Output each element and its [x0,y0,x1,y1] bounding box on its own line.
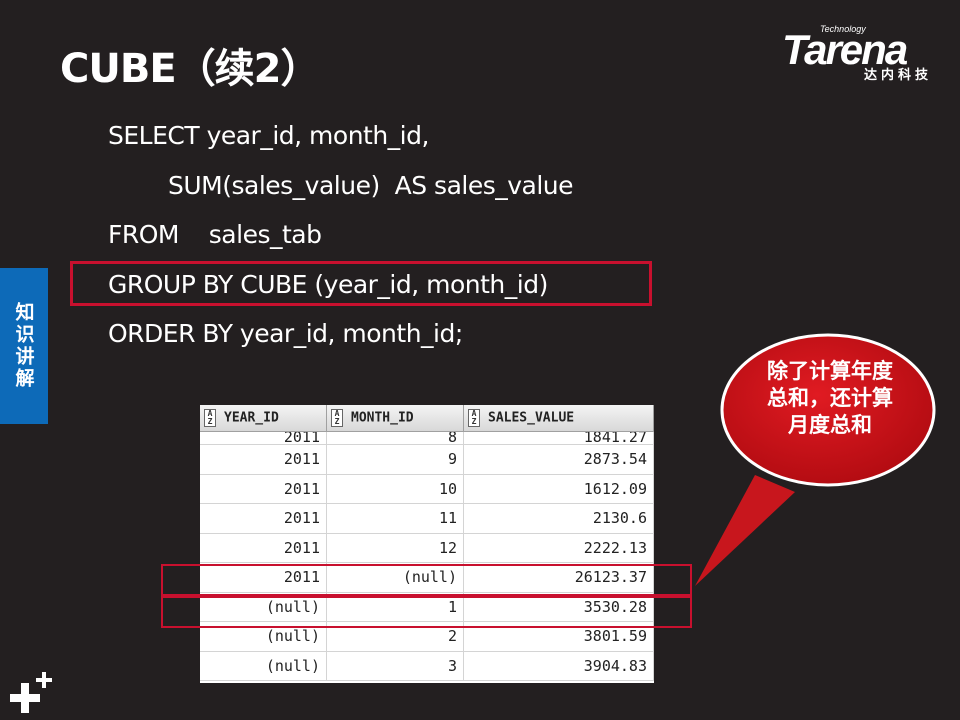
knowledge-tab: 知识讲解 [0,268,48,424]
logo-chinese: 达内科技 [864,68,933,83]
code-line-sum: SUM(sales_value) AS sales_value [168,170,574,200]
cell-sales-value: 1612.09 [463,474,654,504]
plus-icon [10,672,52,713]
cell-year-id: 2011 [200,431,327,445]
group-by-highlight-box [70,261,652,306]
sql-code-block: SELECT year_id, month_id, SUM(sales_valu… [108,116,574,364]
year-total-highlight-box [161,564,692,598]
cell-sales-value: 2222.13 [463,533,654,563]
sort-icon[interactable]: AZ [204,409,216,427]
sort-icon[interactable]: AZ [468,409,480,427]
cell-year-id: 2011 [200,533,327,563]
slide-title: CUBE（续2） [60,46,320,92]
column-header-year-id[interactable]: A Z YEAR_ID [200,405,327,432]
column-header-month-id[interactable]: A Z MONTH_ID [326,405,464,432]
month-total-highlight-box [161,594,692,628]
cell-year-id: 2011 [200,503,327,534]
query-result-grid: A Z YEAR_ID A Z MONTH_ID A Z SALES_VALUE 2011 … [200,405,654,683]
cell-month-id: 8 [326,431,464,445]
sort-icon[interactable]: AZ [331,409,343,427]
cell-sales-value: 1841.27 [463,431,654,445]
cell-month-id: 9 [326,444,464,475]
code-line-select: SELECT year_id, month_id, [108,121,429,150]
callout-text: 除了计算年度总和，还计算月度总和 [767,359,893,437]
cell-year-id: 2011 [200,444,327,475]
cell-year-id: (null) [200,651,327,681]
cell-sales-value: 2130.6 [463,503,654,534]
table-row[interactable]: (null) 3 3904.83 [200,651,654,681]
cell-month-id: 12 [326,533,464,563]
code-line-order-by: ORDER BY year_id, month_id; [108,319,463,348]
code-line-from: FROM sales_tab [108,220,322,249]
table-row[interactable]: 2011 12 2222.13 [200,533,654,563]
table-row[interactable]: 2011 9 2873.54 [200,444,654,475]
column-header-sales-value[interactable]: A Z SALES_VALUE [463,405,654,432]
cell-sales-value: 2873.54 [463,444,654,475]
callout-pointer [695,475,795,586]
cell-year-id: 2011 [200,474,327,504]
table-row[interactable]: 2011 11 2130.6 [200,503,654,534]
table-row[interactable]: 2011 8 1841.27 [200,431,654,445]
knowledge-tab-label: 知识讲解 [12,302,35,390]
cell-month-id: 3 [326,651,464,681]
cell-month-id: 10 [326,474,464,504]
cell-sales-value: 3904.83 [463,651,654,681]
cell-month-id: 11 [326,503,464,534]
tarena-logo: Technology Tarena 达内科技 [782,22,947,84]
table-row[interactable]: 2011 10 1612.09 [200,474,654,504]
